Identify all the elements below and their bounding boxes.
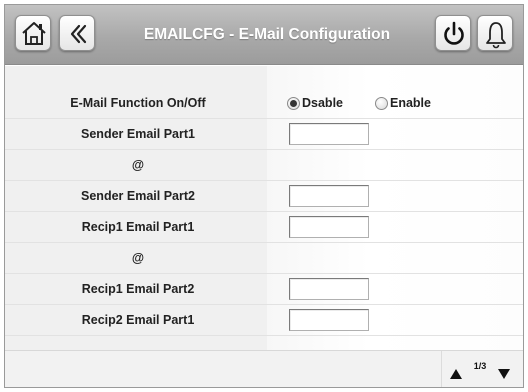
email-function-label: E-Mail Function On/Off — [70, 96, 206, 110]
footer-bar: 1/3 — [5, 350, 523, 387]
sender-email-part1-label: Sender Email Part1 — [81, 127, 195, 141]
recip2-email-part1-label: Recip2 Email Part1 — [81, 313, 195, 327]
at-sign-row: @ — [5, 243, 523, 274]
recip1-email-part1-row: Recip1 Email Part1 — [5, 212, 523, 243]
recip1-email-part1-field[interactable] — [289, 216, 369, 238]
sender-email-part1-field[interactable] — [289, 123, 369, 145]
alarm-button[interactable] — [477, 15, 513, 51]
header-bar: EMAILCFG - E-Mail Configuration — [5, 5, 523, 65]
page-up-arrow-icon[interactable] — [450, 369, 462, 379]
radio-unselected-icon — [375, 97, 388, 110]
sender-email-part2-field[interactable] — [289, 185, 369, 207]
sender-email-part2-label: Sender Email Part2 — [81, 189, 195, 203]
sender-email-part2-row: Sender Email Part2 — [5, 181, 523, 212]
home-icon — [22, 22, 46, 45]
email-function-row: E-Mail Function On/Off Dsable Enable — [5, 88, 523, 119]
recip1-email-part2-row: Recip1 Email Part2 — [5, 274, 523, 305]
at-sign-label: @ — [131, 158, 145, 172]
page-navigator: 1/3 — [441, 351, 523, 387]
radio-dsable-label: Dsable — [302, 96, 343, 110]
at-sign-label: @ — [131, 251, 145, 265]
page-down-arrow-icon[interactable] — [498, 369, 510, 379]
screen-frame: EMAILCFG - E-Mail Configuration E-Mail F… — [4, 4, 524, 388]
recip2-email-part1-field[interactable] — [289, 309, 369, 331]
sender-email-part1-row: Sender Email Part1 — [5, 119, 523, 150]
recip1-email-part2-label: Recip1 Email Part2 — [81, 282, 195, 296]
home-button[interactable] — [15, 15, 51, 51]
power-button[interactable] — [435, 15, 471, 51]
at-sign-row: @ — [5, 150, 523, 181]
back-chevrons-icon — [70, 24, 87, 44]
recip2-email-part1-row: Recip2 Email Part1 — [5, 305, 523, 336]
config-table: E-Mail Function On/Off Dsable Enable Sen… — [5, 66, 523, 350]
recip1-email-part1-label: Recip1 Email Part1 — [81, 220, 195, 234]
back-button[interactable] — [59, 15, 95, 51]
radio-enable-label: Enable — [390, 96, 431, 110]
recip1-email-part2-field[interactable] — [289, 278, 369, 300]
page-indicator: 1/3 — [473, 361, 487, 371]
radio-selected-icon — [287, 97, 300, 110]
power-icon — [444, 21, 464, 45]
alarm-bell-icon — [486, 22, 506, 49]
page-title: EMAILCFG - E-Mail Configuration — [143, 26, 391, 43]
